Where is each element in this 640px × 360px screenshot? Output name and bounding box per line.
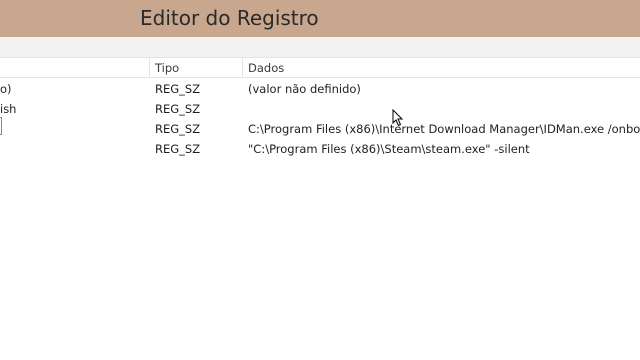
mouse-cursor-icon [392, 109, 404, 127]
value-type: REG_SZ [155, 82, 201, 96]
value-data: (valor não definido) [248, 82, 361, 96]
value-data: "C:\Program Files (x86)\Steam\steam.exe"… [248, 142, 530, 156]
column-header-type[interactable]: Tipo [155, 61, 179, 75]
rename-input[interactable] [0, 117, 2, 135]
registry-value-row[interactable] [0, 100, 640, 120]
window-title: Editor do Registro [140, 6, 319, 30]
value-name: ish [0, 102, 17, 116]
list-header [0, 58, 640, 78]
value-data: C:\Program Files (x86)\Internet Download… [248, 122, 640, 136]
value-type: REG_SZ [155, 142, 201, 156]
value-type: REG_SZ [155, 122, 201, 136]
value-type: REG_SZ [155, 102, 201, 116]
value-name: o) [0, 82, 12, 96]
window-titlebar: Editor do Registro [0, 0, 640, 37]
menu-bar [0, 37, 640, 58]
column-divider[interactable] [149, 58, 150, 78]
column-divider[interactable] [242, 58, 243, 78]
column-header-data[interactable]: Dados [248, 61, 284, 75]
